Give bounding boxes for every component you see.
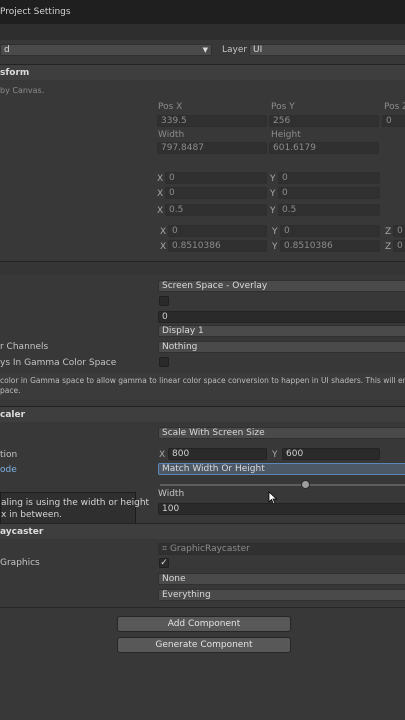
tag-value: d [4,45,10,55]
anchor-max-y-axis: Y [270,189,276,199]
pivot-y-axis: Y [270,206,276,216]
screen-match-label: ode [0,465,17,475]
tag-dropdown[interactable]: d ▼ [0,44,212,56]
ref-x-field[interactable]: 800 [168,448,267,460]
gamma-label: ys In Gamma Color Space [0,358,117,368]
gamma-info-line2: pace. [0,386,21,395]
height-label: Height [271,130,301,140]
script-field: ⌗ GraphicRaycaster [158,543,405,555]
pixel-perfect-checkbox[interactable] [159,296,169,306]
pivot-y-field[interactable]: 0.5 [278,204,380,216]
render-mode-dropdown[interactable]: Screen Space - Overlay [158,280,405,292]
rot-z-axis: Z [385,227,392,237]
scale-x-axis: X [160,242,167,252]
rot-y-field[interactable]: 0 [280,225,380,237]
scale-y-axis: Y [272,242,278,252]
layer-dropdown[interactable]: UI [249,44,405,56]
graphic-raycaster-header[interactable]: aycaster [0,523,405,539]
ppu-field[interactable]: 100 [158,503,405,515]
sort-order-field[interactable]: 0 [158,311,405,323]
scale-x-field[interactable]: 0.8510386 [168,240,267,252]
gamma-info-box: color in Gamma space to allow gamma to l… [0,373,405,400]
anchor-min-y-field[interactable]: 0 [278,172,380,184]
scale-z-axis: Z [385,242,392,252]
rect-transform-header[interactable]: sform [0,64,405,80]
rot-x-field[interactable]: 0 [168,225,267,237]
gamma-info-line1: color in Gamma space to allow gamma to l… [0,376,405,385]
pos-z-label: Pos Z [384,102,405,112]
width-label: Width [158,130,185,140]
blocking-objects-dropdown[interactable]: None [158,573,405,585]
rect-transform-title: sform [0,68,30,78]
canvas-scaler-header[interactable]: caler [0,406,405,422]
script-value: GraphicRaycaster [169,544,250,554]
width-field[interactable]: 797.8487 [157,142,267,154]
anchor-min-x-axis: X [157,174,164,184]
height-field[interactable]: 601.6179 [269,142,379,154]
generate-component-button[interactable]: Generate Component [117,637,291,653]
rot-x-axis: X [160,227,167,237]
graphic-raycaster-title: aycaster [0,527,44,537]
scale-z-field[interactable]: 0 [393,240,405,252]
additional-channels-label: r Channels [0,342,49,352]
tooltip: aling is using the width or height x in … [0,492,149,524]
tooltip-line2: x in between. [1,510,63,520]
rot-y-axis: Y [272,227,278,237]
pos-y-label: Pos Y [271,102,295,112]
gamma-checkbox[interactable] [159,357,169,367]
canvas-header[interactable] [0,261,405,275]
ref-y-axis: Y [272,450,278,460]
pivot-x-field[interactable]: 0.5 [165,204,267,216]
ignore-reversed-checkbox[interactable]: ✓ [159,558,169,568]
match-slider-thumb[interactable] [300,480,310,489]
script-icon: ⌗ [162,544,168,554]
pivot-x-axis: X [157,206,164,216]
window-title: Project Settings [0,7,71,17]
canvas-scaler-title: caler [0,410,26,420]
layer-label: Layer [222,45,248,55]
blocking-mask-dropdown[interactable]: Everything [158,589,405,601]
anchor-min-x-field[interactable]: 0 [165,172,267,184]
rot-z-field[interactable]: 0 [393,225,405,237]
target-display-dropdown[interactable]: Display 1 [158,325,405,337]
additional-channels-dropdown[interactable]: Nothing [158,341,405,353]
anchor-max-x-axis: X [157,189,164,199]
mouse-cursor-icon [268,491,278,505]
tooltip-line1: aling is using the width or height [1,498,150,508]
toolbar-strip [0,24,405,40]
chevron-down-icon: ▼ [202,46,208,54]
match-slider-track[interactable] [160,484,405,486]
driven-note: by Canvas. [0,86,45,95]
anchor-min-y-axis: Y [270,174,276,184]
width-end-label: Width [158,489,185,499]
scale-y-field[interactable]: 0.8510386 [280,240,380,252]
pos-x-label: Pos X [158,102,183,112]
ui-scale-mode-dropdown[interactable]: Scale With Screen Size [158,427,405,439]
screen-match-dropdown[interactable]: Match Width Or Height [158,463,405,475]
pos-x-field[interactable]: 339.5 [157,115,267,127]
pos-z-field[interactable]: 0 [382,115,405,127]
anchor-max-y-field[interactable]: 0 [278,187,380,199]
reference-resolution-label: tion [0,450,18,460]
ignore-reversed-label: Graphics [0,558,40,568]
add-component-button[interactable]: Add Component [117,616,291,632]
window-titlebar: Project Settings [0,0,405,24]
pos-y-field[interactable]: 256 [269,115,379,127]
divider [0,607,405,608]
layer-value: UI [253,45,263,55]
ref-x-axis: X [159,450,166,460]
ref-y-field[interactable]: 600 [282,448,380,460]
anchor-max-x-field[interactable]: 0 [165,187,267,199]
